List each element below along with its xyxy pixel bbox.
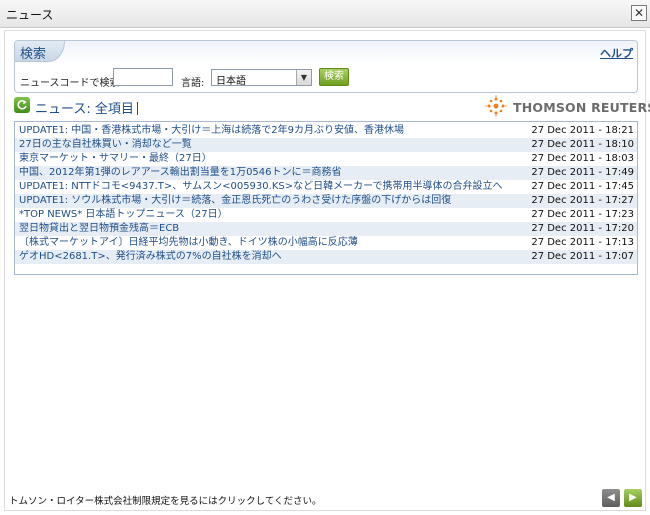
news-timestamp: 27 Dec 2011 - 17:49 [531, 167, 634, 178]
language-selected-value: 日本語 [216, 76, 246, 87]
search-button[interactable]: 検索 [319, 68, 349, 86]
news-headline[interactable]: 〔株式マーケットアイ〕日経平均先物は小動き、ドイツ株の小幅高に反応薄 [19, 236, 539, 250]
window-title: ニュース [6, 8, 54, 22]
news-timestamp: 27 Dec 2011 - 18:21 [531, 125, 634, 136]
news-headline[interactable]: ゲオHD<2681.T>、発行済み株式の7%の自社株を消却へ [19, 250, 539, 264]
prev-arrow-icon: ◀ [607, 492, 615, 503]
dropdown-arrow-icon[interactable]: ▼ [296, 70, 311, 85]
language-select[interactable]: 日本語 ▼ [211, 69, 312, 87]
news-row[interactable]: 〔株式マーケットアイ〕日経平均先物は小動き、ドイツ株の小幅高に反応薄 27 De… [15, 236, 637, 250]
news-row[interactable]: 27日の主な自社株買い・消却など一覧 27 Dec 2011 - 18:10 [15, 138, 637, 152]
refresh-icon[interactable] [14, 97, 30, 113]
news-headline[interactable]: 27日の主な自社株買い・消却など一覧 [19, 138, 539, 152]
news-timestamp: 27 Dec 2011 - 17:27 [531, 195, 634, 206]
search-tab[interactable]: 検索 [15, 41, 65, 62]
news-code-input[interactable] [113, 68, 173, 86]
news-row[interactable]: *TOP NEWS* 日本語トップニュース（27日） 27 Dec 2011 -… [15, 208, 637, 222]
search-panel: 検索 ヘルプ ニュースコードで検索 言語: 日本語 ▼ 検索 [14, 40, 638, 93]
prev-page-button[interactable]: ◀ [602, 489, 620, 507]
news-row[interactable]: UPDATE1: NTTドコモ<9437.T>、サムスン<005930.KS>な… [15, 180, 637, 194]
news-headline[interactable]: UPDATE1: ソウル株式市場・大引け＝続落、金正恩氏死亡のうわさ受けた序盤の… [19, 194, 539, 208]
news-timestamp: 27 Dec 2011 - 18:03 [531, 153, 634, 164]
news-row[interactable]: UPDATE1: ソウル株式市場・大引け＝続落、金正恩氏死亡のうわさ受けた序盤の… [15, 194, 637, 208]
news-timestamp: 27 Dec 2011 - 18:10 [531, 139, 634, 150]
news-headline[interactable]: *TOP NEWS* 日本語トップニュース（27日） [19, 208, 539, 222]
news-row[interactable]: 東京マーケット・サマリー・最終（27日） 27 Dec 2011 - 18:03 [15, 152, 637, 166]
news-window: 検索 ヘルプ ニュースコードで検索 言語: 日本語 ▼ 検索 ニュース: 全項目 [4, 30, 650, 511]
thomson-reuters-logo-mark [485, 95, 507, 117]
news-timestamp: 27 Dec 2011 - 17:20 [531, 223, 634, 234]
text-caret [136, 102, 138, 115]
help-link[interactable]: ヘルプ [600, 45, 633, 61]
news-timestamp: 27 Dec 2011 - 17:13 [531, 237, 634, 248]
news-timestamp: 27 Dec 2011 - 17:23 [531, 209, 634, 220]
language-label: 言語: [181, 78, 205, 89]
news-headline[interactable]: 中国、2012年第1弾のレアアース輸出割当量を1万0546トンに＝商務省 [19, 166, 539, 180]
news-headline[interactable]: UPDATE1: 中国・香港株式市場・大引け＝上海は続落で2年9カ月ぶり安値、香… [19, 124, 539, 138]
news-timestamp: 27 Dec 2011 - 17:45 [531, 181, 634, 192]
news-section-title: ニュース: 全項目 [35, 98, 138, 117]
close-button[interactable]: ✕ [631, 5, 647, 21]
news-timestamp: 27 Dec 2011 - 17:07 [531, 251, 634, 262]
close-icon: ✕ [633, 6, 645, 20]
news-row[interactable]: 中国、2012年第1弾のレアアース輸出割当量を1万0546トンに＝商務省 27 … [15, 166, 637, 180]
search-tab-label: 検索 [20, 47, 47, 62]
thomson-reuters-logo: THOMSON REUTERS [485, 95, 650, 117]
news-headline[interactable]: 翌日物貸出と翌日物預金残高＝ECB [19, 222, 539, 236]
news-row[interactable]: UPDATE1: 中国・香港株式市場・大引け＝上海は続落で2年9カ月ぶり安値、香… [15, 124, 637, 138]
next-page-button[interactable]: ▶ [624, 489, 642, 507]
disclaimer-link[interactable]: トムソン・ロイター株式会社制限規定を見るにはクリックしてください。 [9, 493, 322, 507]
brand-text: THOMSON REUTERS [513, 100, 650, 115]
title-bar: ニュース ✕ [0, 0, 650, 28]
news-row[interactable]: 翌日物貸出と翌日物預金残高＝ECB 27 Dec 2011 - 17:20 [15, 222, 637, 236]
news-code-label: ニュースコードで検索 [20, 78, 120, 89]
news-list: UPDATE1: 中国・香港株式市場・大引け＝上海は続落で2年9カ月ぶり安値、香… [14, 121, 638, 275]
news-headline[interactable]: 東京マーケット・サマリー・最終（27日） [19, 152, 539, 166]
next-arrow-icon: ▶ [629, 492, 637, 503]
news-headline[interactable]: UPDATE1: NTTドコモ<9437.T>、サムスン<005930.KS>な… [19, 180, 539, 194]
news-row[interactable]: ゲオHD<2681.T>、発行済み株式の7%の自社株を消却へ 27 Dec 20… [15, 250, 637, 264]
